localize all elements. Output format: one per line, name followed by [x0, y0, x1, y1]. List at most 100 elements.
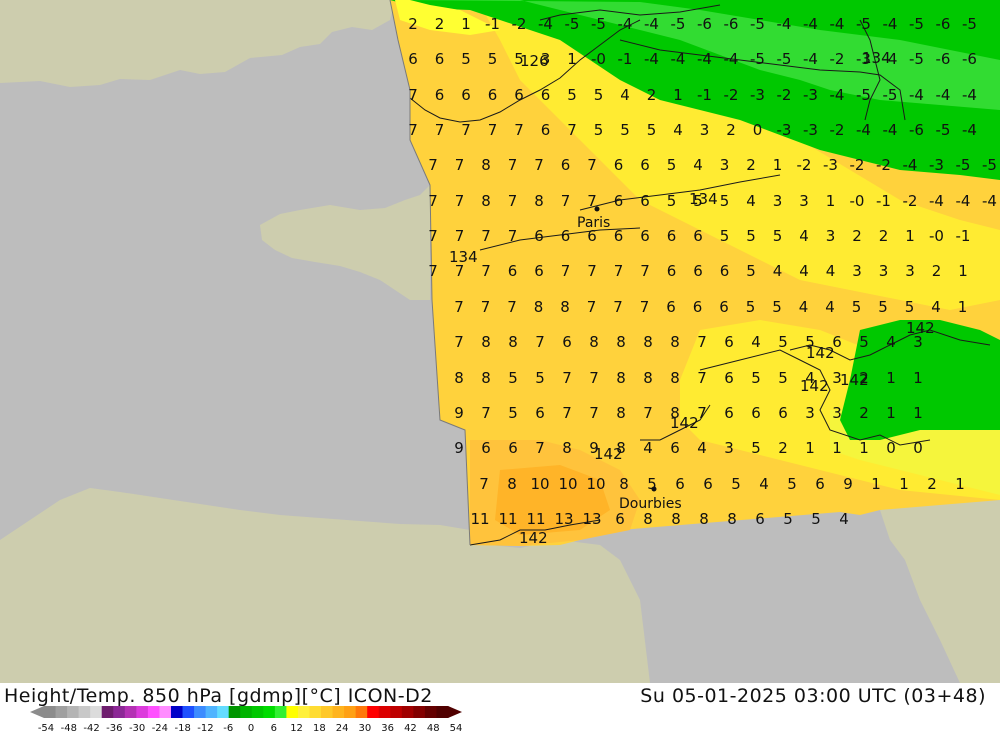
grid-value: 6: [640, 156, 650, 174]
grid-value: 4: [825, 298, 835, 316]
grid-value: 6: [435, 86, 445, 104]
grid-value: -3: [803, 121, 818, 139]
grid-value: 6: [541, 121, 551, 139]
grid-value: 5: [751, 369, 761, 387]
grid-value: 7: [643, 404, 653, 422]
grid-value: 6: [541, 86, 551, 104]
grid-value: 4: [799, 227, 809, 245]
grid-value: 5: [693, 192, 703, 210]
grid-value: 1: [913, 369, 923, 387]
grid-value: -4: [644, 15, 659, 33]
grid-value: 1: [905, 227, 915, 245]
grid-value: 5: [878, 298, 888, 316]
grid-value: 0: [886, 439, 896, 457]
grid-value: 1: [859, 439, 869, 457]
grid-value: 6: [719, 298, 729, 316]
grid-value: 6: [832, 333, 842, 351]
grid-value: 7: [455, 227, 465, 245]
grid-value: 7: [455, 156, 465, 174]
grid-value: -1: [956, 227, 971, 245]
grid-value: 13: [582, 510, 601, 528]
grid-value: -1: [876, 192, 891, 210]
grid-value: 6: [561, 156, 571, 174]
grid-value: 6: [534, 262, 544, 280]
grid-value: 7: [697, 404, 707, 422]
grid-value: -6: [724, 15, 739, 33]
grid-value: -2: [724, 86, 739, 104]
grid-value: 8: [481, 369, 491, 387]
grid-value: -4: [724, 50, 739, 68]
grid-value: -1: [618, 50, 633, 68]
grid-value: 5: [811, 510, 821, 528]
grid-value: 10: [558, 475, 577, 493]
grid-value: 2: [859, 369, 869, 387]
grid-value: 11: [526, 510, 545, 528]
grid-value: 7: [481, 404, 491, 422]
grid-value: 11: [498, 510, 517, 528]
scale-swatch: [297, 706, 310, 718]
grid-value: 7: [461, 121, 471, 139]
scale-tick-label: 6: [271, 723, 277, 733]
grid-value: -3: [856, 50, 871, 68]
grid-value: 6: [815, 475, 825, 493]
grid-value: 5: [852, 298, 862, 316]
scale-swatch: [240, 706, 253, 718]
grid-value: 8: [699, 510, 709, 528]
grid-value: -4: [982, 192, 997, 210]
scale-tick-label: 48: [427, 723, 440, 733]
grid-value: 7: [534, 156, 544, 174]
grid-value: 3: [826, 227, 836, 245]
scale-swatch: [378, 706, 391, 718]
grid-value: 7: [455, 192, 465, 210]
grid-value: -2: [512, 15, 527, 33]
grid-value: -4: [803, 50, 818, 68]
scale-swatch: [424, 706, 437, 718]
grid-value: 5: [620, 121, 630, 139]
grid-value: 8: [481, 192, 491, 210]
grid-value: 1: [958, 298, 968, 316]
grid-value: -1: [485, 15, 500, 33]
scale-swatch: [332, 706, 345, 718]
grid-value: -2: [903, 192, 918, 210]
grid-value: 1: [773, 156, 783, 174]
grid-value: -4: [538, 15, 553, 33]
grid-value: 3: [879, 262, 889, 280]
grid-value: 7: [454, 333, 464, 351]
grid-value: -5: [982, 156, 997, 174]
grid-value: -2: [850, 156, 865, 174]
grid-value: -5: [962, 15, 977, 33]
grid-value: 6: [514, 86, 524, 104]
grid-value: 5: [647, 475, 657, 493]
grid-value: 7: [479, 475, 489, 493]
grid-value: -5: [565, 15, 580, 33]
grid-value: 6: [408, 50, 418, 68]
grid-value: 1: [826, 192, 836, 210]
grid-value: 4: [799, 298, 809, 316]
grid-value: 5: [667, 192, 677, 210]
grid-value: 10: [586, 475, 605, 493]
grid-value: -2: [797, 156, 812, 174]
grid-value: -3: [750, 86, 765, 104]
grid-value: 7: [428, 227, 438, 245]
grid-value: 8: [643, 333, 653, 351]
grid-value: 5: [778, 369, 788, 387]
grid-value: 6: [488, 86, 498, 104]
grid-value: 1: [805, 439, 815, 457]
grid-value: 3: [724, 439, 734, 457]
grid-value: 1: [886, 369, 896, 387]
scale-tick-label: -6: [223, 723, 233, 733]
grid-value: 1: [832, 439, 842, 457]
grid-value: 4: [839, 510, 849, 528]
grid-value: 6: [614, 156, 624, 174]
grid-value: 8: [454, 369, 464, 387]
grid-value: 5: [787, 475, 797, 493]
grid-value: -4: [883, 15, 898, 33]
grid-value: 6: [614, 227, 624, 245]
grid-value: -4: [618, 15, 633, 33]
grid-value: 8: [727, 510, 737, 528]
grid-value: 8: [670, 404, 680, 422]
grid-value: -5: [856, 15, 871, 33]
grid-value: 7: [514, 121, 524, 139]
grid-value: 5: [720, 192, 730, 210]
grid-value: -5: [936, 121, 951, 139]
